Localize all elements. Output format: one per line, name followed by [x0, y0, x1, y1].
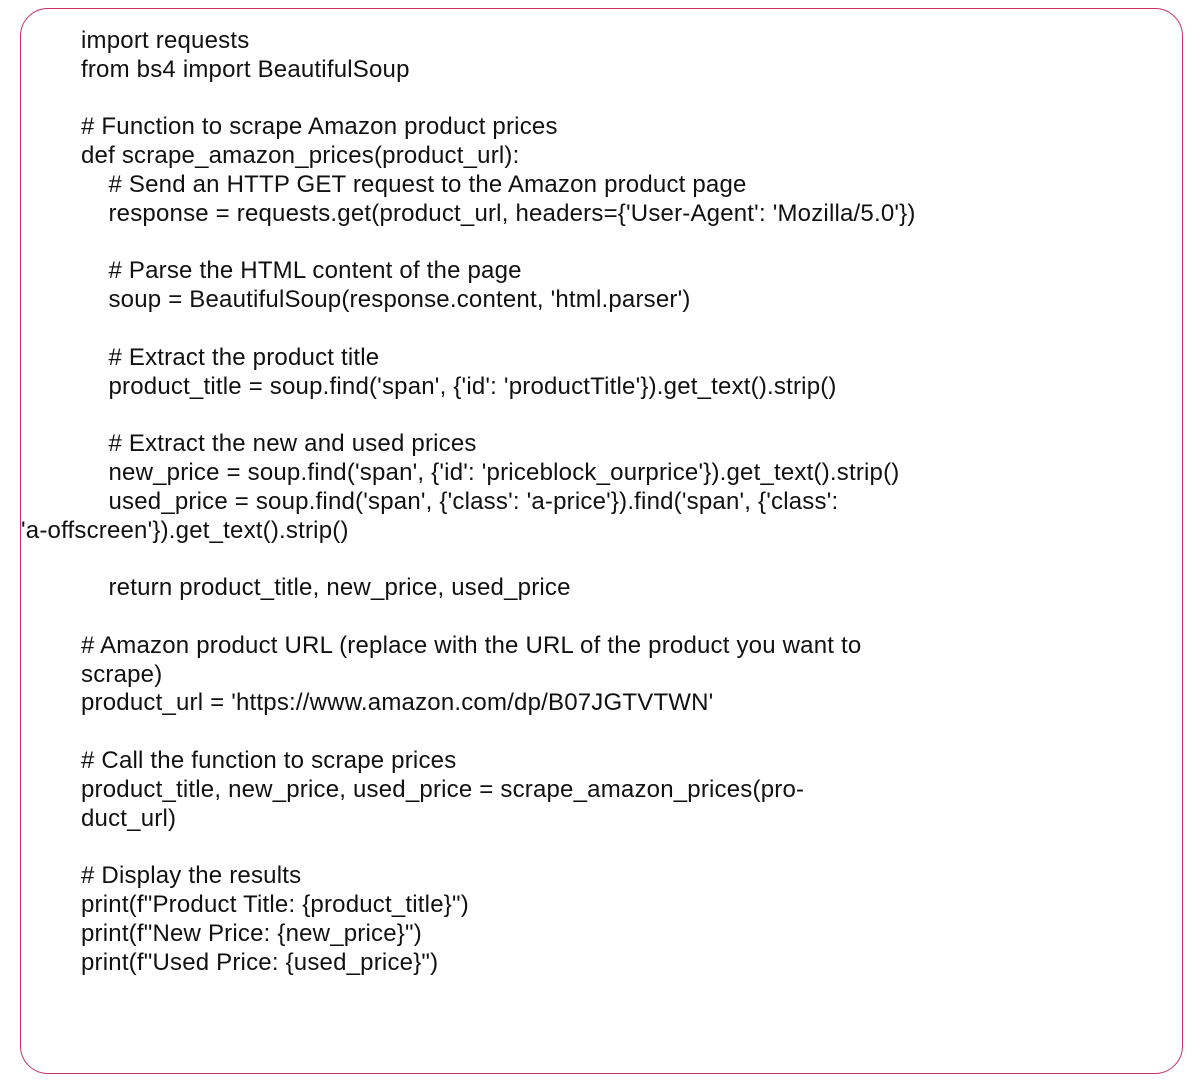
code-line: # Parse the HTML content of the page	[81, 257, 522, 284]
code-line: used_price = soup.find('span', {'class':…	[81, 488, 838, 515]
code-line-wrap: 'a-offscreen'}).get_text().strip()	[21, 517, 349, 544]
code-line: print(f"New Price: {new_price}")	[81, 920, 422, 947]
code-line: # Display the results	[81, 862, 301, 889]
code-line: # Amazon product URL (replace with the U…	[81, 632, 861, 659]
code-line: # Call the function to scrape prices	[81, 747, 456, 774]
code-line-wrap: scrape)	[81, 661, 162, 688]
code-line: # Send an HTTP GET request to the Amazon…	[81, 171, 747, 198]
code-line: response = requests.get(product_url, hea…	[81, 200, 916, 227]
code-line: # Extract the product title	[81, 344, 379, 371]
code-line: return product_title, new_price, used_pr…	[81, 574, 571, 601]
code-block: import requests from bs4 import Beautifu…	[81, 27, 1154, 977]
code-line: # Function to scrape Amazon product pric…	[81, 113, 558, 140]
code-line: def scrape_amazon_prices(product_url):	[81, 142, 520, 169]
code-line: print(f"Used Price: {used_price}")	[81, 949, 438, 976]
code-line: from bs4 import BeautifulSoup	[81, 56, 410, 83]
code-line: # Extract the new and used prices	[81, 430, 477, 457]
code-line: import requests	[81, 27, 249, 54]
code-line: product_title, new_price, used_price = s…	[81, 776, 804, 803]
code-line: product_title = soup.find('span', {'id':…	[81, 373, 837, 400]
code-container: import requests from bs4 import Beautifu…	[20, 8, 1183, 1074]
code-line-wrap: duct_url)	[81, 805, 176, 832]
code-line: product_url = 'https://www.amazon.com/dp…	[81, 689, 713, 716]
code-line: print(f"Product Title: {product_title}")	[81, 891, 469, 918]
code-line: new_price = soup.find('span', {'id': 'pr…	[81, 459, 899, 486]
code-line: soup = BeautifulSoup(response.content, '…	[81, 286, 691, 313]
